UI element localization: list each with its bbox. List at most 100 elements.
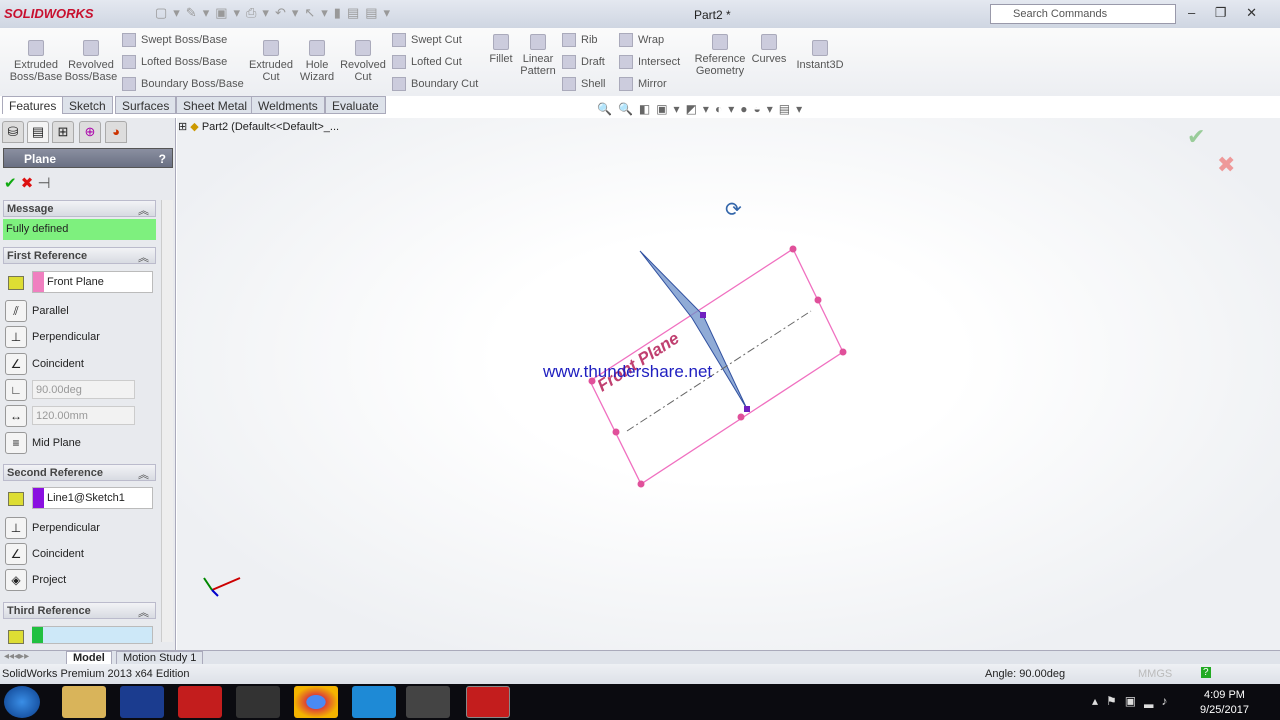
system-tray-icons[interactable]: ▴⚑▣▂♪: [1092, 694, 1175, 708]
configuration-manager-tab-icon[interactable]: ⊞: [52, 121, 74, 143]
perpendicular-option-2[interactable]: ⊥ Perpendicular: [5, 517, 100, 539]
confirm-cancel-icon[interactable]: ✖: [1217, 152, 1235, 178]
collapse-icon[interactable]: ︽: [138, 466, 149, 482]
heads-up-view-toolbar[interactable]: 🔍🔍◧▣▾◩▾◐▾●◒▾▤▾: [597, 102, 808, 116]
plane-preview[interactable]: Front Plane www.thundershare.net ⟳: [177, 118, 1280, 650]
revolved-cut-icon: [355, 40, 371, 56]
draft-icon: [562, 55, 576, 69]
tab-sketch[interactable]: Sketch: [62, 96, 113, 114]
tab-motion-study[interactable]: Motion Study 1: [116, 651, 204, 665]
message-section-header[interactable]: Message ︽: [3, 200, 156, 217]
ok-icon[interactable]: ✔: [4, 175, 17, 192]
extruded-cut-button[interactable]: Extruded Cut: [246, 40, 296, 83]
solidworks-taskbar-icon[interactable]: [178, 686, 222, 718]
pin-icon[interactable]: ⊣: [38, 175, 51, 192]
boundary-icon: [122, 77, 136, 91]
reference-geometry-button[interactable]: Reference Geometry: [694, 34, 746, 77]
collapse-icon[interactable]: ︽: [138, 249, 149, 265]
solidworks-logo[interactable]: SOLIDWORKS: [4, 6, 94, 21]
units-selector[interactable]: MMGS: [1138, 668, 1172, 680]
expand-icon[interactable]: ⊞: [178, 121, 190, 133]
app-taskbar-icon[interactable]: [236, 686, 280, 718]
project-option[interactable]: ◈ Project: [5, 569, 66, 591]
tab-weldments[interactable]: Weldments: [251, 96, 325, 114]
first-reference-field[interactable]: Front Plane: [32, 271, 153, 293]
start-button[interactable]: [4, 686, 40, 718]
graphics-area[interactable]: Front Plane www.thundershare.net ⟳ ✔ ✖ 🔍…: [177, 102, 1280, 650]
parallel-option[interactable]: ⫽ Parallel: [5, 300, 69, 322]
hole-wizard-button[interactable]: Hole Wizard: [296, 40, 338, 83]
angle-icon: ∟: [5, 379, 27, 401]
instant3d-button[interactable]: Instant3D: [794, 40, 846, 71]
confirm-ok-icon[interactable]: ✔: [1187, 124, 1205, 150]
angle-input[interactable]: 90.00deg: [32, 380, 135, 399]
shell-button[interactable]: Shell: [562, 77, 605, 91]
coincident-option-2[interactable]: ∠ Coincident: [5, 543, 84, 565]
bottom-tabs: ◂◂◂▸▸ Model Motion Study 1: [0, 650, 1280, 665]
tab-model[interactable]: Model: [66, 651, 112, 665]
tab-features[interactable]: Features: [2, 96, 64, 114]
rib-button[interactable]: Rib: [562, 33, 598, 47]
boundary-cut-button[interactable]: Boundary Cut: [392, 77, 478, 91]
distance-option[interactable]: ↔: [5, 405, 32, 427]
tab-sheet-metal[interactable]: Sheet Metal: [176, 96, 255, 114]
feature-tree-root[interactable]: ⊞ ◆ Part2 (Default<<Default>_...: [178, 120, 339, 133]
cancel-icon[interactable]: ✖: [21, 175, 34, 192]
solidworks-active-taskbar-icon[interactable]: [466, 686, 510, 718]
perpendicular-icon: ⊥: [5, 517, 27, 539]
extruded-boss-button[interactable]: Extruded Boss/Base: [8, 40, 64, 83]
swept-cut-button[interactable]: Swept Cut: [392, 33, 462, 47]
distance-input[interactable]: 120.00mm: [32, 406, 135, 425]
revolved-cut-button[interactable]: Revolved Cut: [338, 40, 388, 83]
command-manager: Extruded Boss/Base Revolved Boss/Base Sw…: [0, 28, 1280, 96]
tab-scroll-arrows[interactable]: ◂◂◂▸▸: [4, 651, 29, 662]
perpendicular-option[interactable]: ⊥ Perpendicular: [5, 326, 100, 348]
draft-button[interactable]: Draft: [562, 55, 605, 69]
fillet-button[interactable]: Fillet: [486, 34, 516, 65]
curves-button[interactable]: Curves: [750, 34, 788, 65]
collapse-icon[interactable]: ︽: [138, 604, 149, 620]
display-manager-tab-icon[interactable]: ◕: [105, 121, 127, 143]
help-icon[interactable]: ?: [159, 152, 166, 166]
linear-pattern-button[interactable]: Linear Pattern: [518, 34, 558, 77]
angle-option[interactable]: ∟: [5, 379, 32, 401]
rebuild-help-icon[interactable]: ?: [1201, 667, 1211, 678]
zoom-taskbar-icon[interactable]: [352, 686, 396, 718]
revolved-boss-button[interactable]: Revolved Boss/Base: [64, 40, 118, 83]
tab-evaluate[interactable]: Evaluate: [325, 96, 386, 114]
clock[interactable]: 4:09 PM 9/25/2017: [1200, 688, 1249, 718]
chrome-taskbar-icon[interactable]: [294, 686, 338, 718]
collapse-icon[interactable]: ︽: [138, 202, 149, 218]
mirror-button[interactable]: Mirror: [619, 77, 667, 91]
boundary-boss-button[interactable]: Boundary Boss/Base: [122, 77, 244, 91]
search-commands-input[interactable]: Search Commands: [990, 4, 1176, 24]
curves-icon: [761, 34, 777, 50]
parallel-icon: ⫽: [5, 300, 27, 322]
quick-access-toolbar[interactable]: ▢▾✎▾▣▾⎙▾↶▾↖▾▮▤▤▾: [155, 5, 396, 21]
lofted-cut-button[interactable]: Lofted Cut: [392, 55, 462, 69]
pattern-icon: [530, 34, 546, 50]
third-reference-field[interactable]: [32, 626, 153, 644]
devcpp-taskbar-icon[interactable]: [120, 686, 164, 718]
tab-surfaces[interactable]: Surfaces: [115, 96, 177, 114]
first-reference-header[interactable]: First Reference ︽: [3, 247, 156, 264]
selection-icon: [8, 630, 24, 644]
wrap-button[interactable]: Wrap: [619, 33, 664, 47]
feature-manager-tab-icon[interactable]: ⛁: [2, 121, 24, 143]
third-reference-header[interactable]: Third Reference ︽: [3, 602, 156, 619]
dimxpert-tab-icon[interactable]: ⊕: [79, 121, 101, 143]
property-manager-tab-icon[interactable]: ▤: [27, 121, 49, 143]
panel-scrollbar[interactable]: [161, 200, 173, 642]
second-reference-field[interactable]: Line1@Sketch1: [32, 487, 153, 509]
mirror-icon: [619, 77, 633, 91]
rotate-icon: ⟳: [725, 199, 742, 221]
intersect-button[interactable]: Intersect: [619, 55, 680, 69]
lofted-boss-button[interactable]: Lofted Boss/Base: [122, 55, 227, 69]
app2-taskbar-icon[interactable]: [406, 686, 450, 718]
mid-plane-option[interactable]: ≡ Mid Plane: [5, 432, 81, 454]
coincident-option[interactable]: ∠ Coincident: [5, 353, 84, 375]
window-controls[interactable]: – ❐ ✕: [1188, 5, 1265, 21]
explorer-taskbar-icon[interactable]: [62, 686, 106, 718]
swept-boss-button[interactable]: Swept Boss/Base: [122, 33, 227, 47]
second-reference-header[interactable]: Second Reference ︽: [3, 464, 156, 481]
